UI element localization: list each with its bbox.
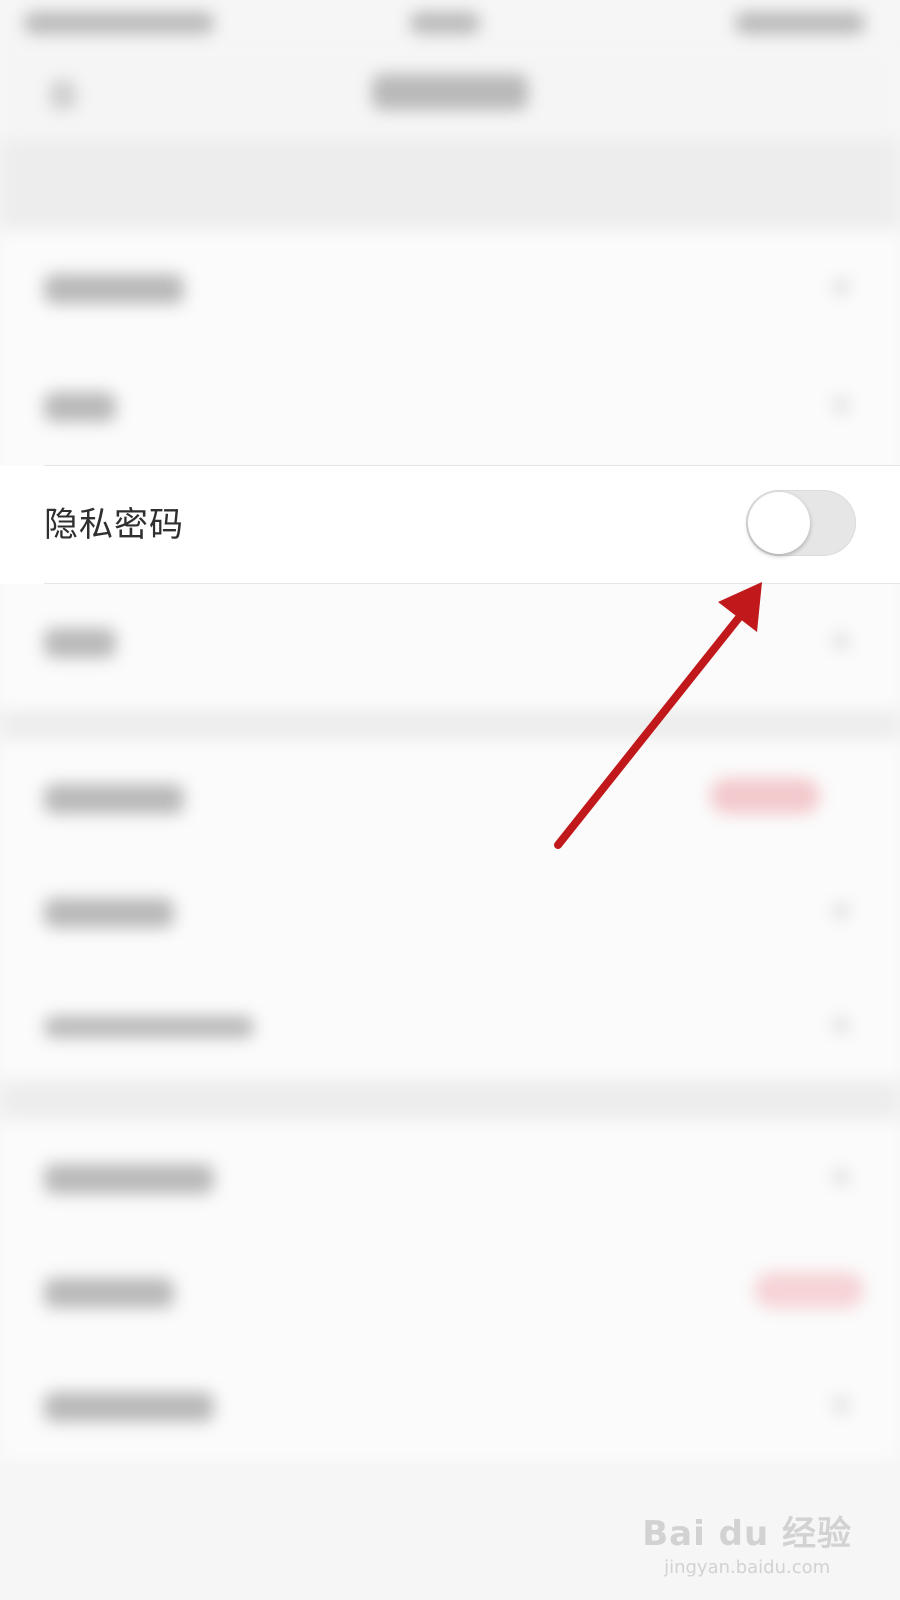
privacy-password-label: 隐私密码 <box>44 505 184 545</box>
settings-row <box>0 854 900 972</box>
row-divider <box>44 583 900 584</box>
settings-row <box>0 968 900 1086</box>
settings-row <box>0 1348 900 1466</box>
page-header <box>0 48 900 140</box>
privacy-password-toggle[interactable] <box>746 490 856 556</box>
settings-section-3 <box>0 1120 900 1460</box>
settings-row <box>0 740 900 858</box>
settings-section-2 <box>0 740 900 1080</box>
section-gap <box>0 710 900 740</box>
status-bar <box>0 0 900 48</box>
section-gap <box>0 140 900 230</box>
settings-row <box>0 348 900 466</box>
toggle-knob <box>748 492 810 554</box>
watermark-url: jingyan.baidu.com <box>664 1557 831 1578</box>
settings-row <box>0 1234 900 1352</box>
baidu-jingyan-watermark: Bai du 经验 jingyan.baidu.com <box>642 1506 852 1578</box>
row-divider <box>44 465 900 466</box>
watermark-logo: Bai du 经验 <box>642 1514 852 1554</box>
settings-row <box>0 584 900 702</box>
settings-row <box>0 230 900 348</box>
settings-row <box>0 1120 900 1238</box>
section-gap <box>0 1080 900 1120</box>
